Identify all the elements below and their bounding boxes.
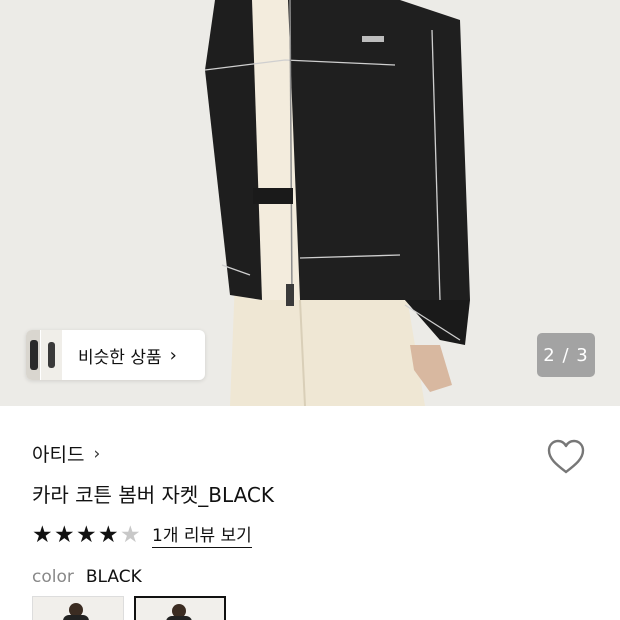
brand-name: 아티드 xyxy=(32,444,85,466)
star-filled-icon: ★ xyxy=(76,521,97,548)
rating-row: ★ ★ ★ ★ ★ 1개 리뷰 보기 xyxy=(32,521,252,548)
star-empty-icon: ★ xyxy=(120,521,141,548)
product-image[interactable]: 비슷한 상품 › 2 / 3 xyxy=(0,0,620,406)
chevron-right-icon: › xyxy=(169,344,177,366)
product-title: 카라 코튼 봄버 자켓_BLACK xyxy=(32,483,275,507)
review-link[interactable]: 1개 리뷰 보기 xyxy=(152,521,252,548)
star-filled-icon: ★ xyxy=(98,521,119,548)
star-filled-icon: ★ xyxy=(54,521,75,548)
similar-products-label: 비슷한 상품 xyxy=(78,347,162,368)
image-pager: 2 / 3 xyxy=(537,333,595,377)
color-swatches xyxy=(32,596,226,620)
color-swatch[interactable] xyxy=(32,596,124,620)
color-row: color BLACK xyxy=(32,567,142,587)
similar-products-button[interactable]: 비슷한 상품 › xyxy=(26,330,205,380)
color-value: BLACK xyxy=(85,567,142,587)
chevron-right-icon: › xyxy=(93,443,101,464)
star-rating: ★ ★ ★ ★ ★ xyxy=(32,523,142,547)
heart-icon xyxy=(547,439,585,474)
brand-link[interactable]: 아티드 › xyxy=(32,440,100,467)
star-filled-icon: ★ xyxy=(32,521,53,548)
color-label: color xyxy=(32,567,74,587)
favorite-heart-button[interactable] xyxy=(545,437,587,477)
color-swatch[interactable] xyxy=(134,596,226,620)
similar-thumbnails xyxy=(26,330,62,380)
